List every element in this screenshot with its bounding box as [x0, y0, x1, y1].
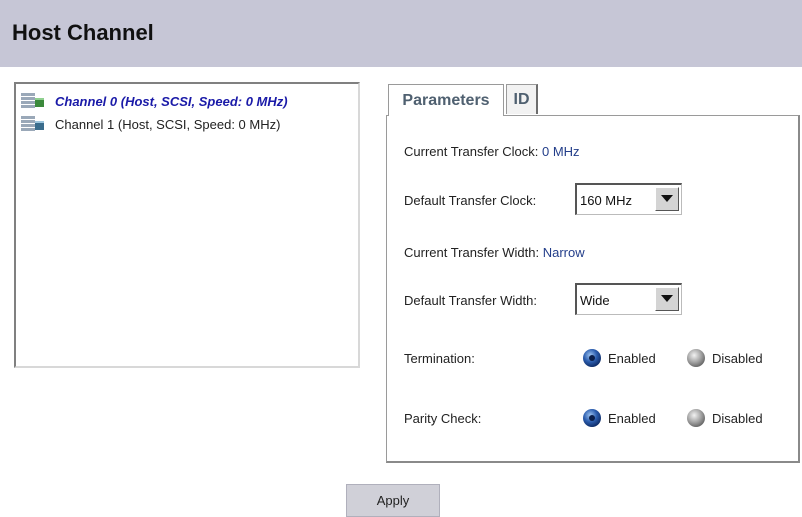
radio-selected-icon [583, 409, 601, 427]
tab-id[interactable]: ID [506, 84, 538, 114]
channel-label: Channel 0 (Host, SCSI, Speed: 0 MHz) [55, 93, 288, 109]
channel-list[interactable]: Channel 0 (Host, SCSI, Speed: 0 MHz) Cha… [14, 82, 360, 368]
current-width-value: Narrow [542, 245, 585, 260]
parity-enabled-radio[interactable]: Enabled [582, 408, 656, 428]
parity-disabled-radio[interactable]: Disabled [686, 408, 763, 428]
tab-parameters[interactable]: Parameters [388, 84, 504, 116]
current-clock-label: Current Transfer Clock: [404, 144, 539, 159]
termination-label: Termination: [404, 351, 475, 366]
channel-icon [21, 116, 44, 131]
apply-button[interactable]: Apply [346, 484, 440, 517]
default-width-label: Default Transfer Width: [404, 293, 537, 308]
default-clock-value: 160 MHz [580, 193, 633, 208]
parity-label: Parity Check: [404, 411, 482, 426]
radio-selected-icon [583, 349, 601, 367]
page-title: Host Channel [12, 20, 154, 45]
channel-item-0[interactable]: Channel 0 (Host, SCSI, Speed: 0 MHz) [20, 92, 288, 110]
default-width-select[interactable]: Wide [575, 283, 682, 315]
default-clock-select[interactable]: 160 MHz [575, 183, 682, 215]
termination-enabled-radio[interactable]: Enabled [582, 348, 656, 368]
page-header: Host Channel [0, 0, 802, 67]
enabled-label: Enabled [608, 410, 656, 426]
termination-disabled-radio[interactable]: Disabled [686, 348, 763, 368]
channel-icon [21, 93, 44, 108]
disabled-label: Disabled [712, 350, 763, 366]
default-clock-label: Default Transfer Clock: [404, 193, 537, 208]
default-width-value: Wide [580, 293, 610, 308]
chevron-down-icon[interactable] [655, 287, 679, 311]
current-clock-value: 0 MHz [542, 144, 580, 159]
radio-unselected-icon [687, 409, 705, 427]
current-width-label: Current Transfer Width: [404, 245, 540, 260]
chevron-down-icon[interactable] [655, 187, 679, 211]
disabled-label: Disabled [712, 410, 763, 426]
radio-unselected-icon [687, 349, 705, 367]
channel-label: Channel 1 (Host, SCSI, Speed: 0 MHz) [55, 116, 281, 132]
current-width-row: Current Transfer Width: Narrow [404, 245, 585, 260]
current-clock-row: Current Transfer Clock: 0 MHz [404, 144, 580, 159]
channel-item-1[interactable]: Channel 1 (Host, SCSI, Speed: 0 MHz) [20, 115, 280, 133]
enabled-label: Enabled [608, 350, 656, 366]
